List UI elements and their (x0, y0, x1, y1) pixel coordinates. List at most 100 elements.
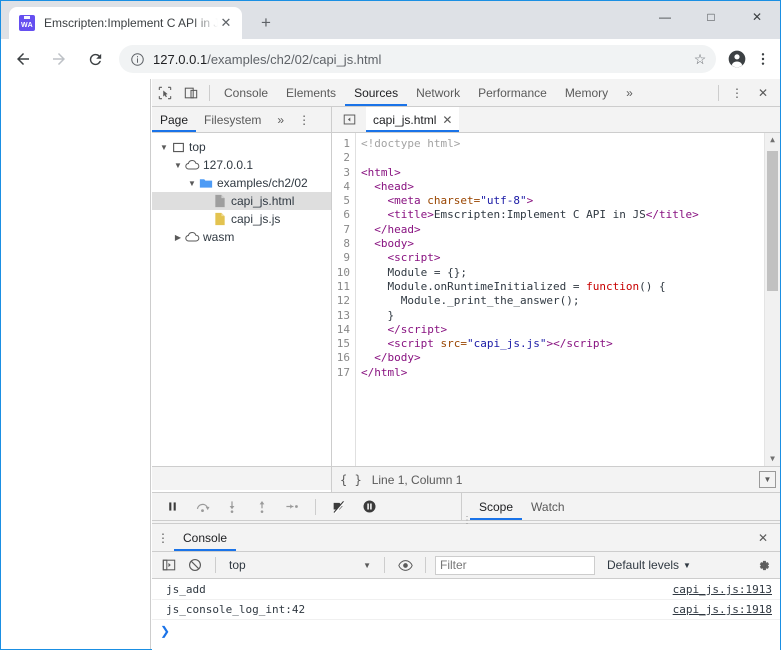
code-line[interactable]: Module = {}; (361, 266, 764, 280)
maximize-button[interactable]: □ (688, 1, 734, 33)
tree-item-host[interactable]: ▼ 127.0.0.1 (152, 156, 331, 174)
browser-menu-icon[interactable] (750, 46, 776, 72)
code-line[interactable]: Module._print_the_answer(); (361, 294, 764, 308)
console-context-select[interactable]: top ▼ (225, 556, 375, 575)
nav-menu-icon[interactable]: ⋮ (292, 107, 316, 132)
step-button[interactable] (280, 495, 304, 519)
console-message-source-link[interactable]: capi_js.js:1918 (673, 603, 780, 616)
scroll-down-arrow-icon[interactable]: ▼ (765, 452, 780, 466)
line-number: 4 (343, 179, 350, 193)
pretty-print-icon[interactable]: { } (340, 473, 362, 487)
scrollbar-thumb[interactable] (767, 151, 778, 291)
bookmark-star-icon[interactable]: ☆ (688, 51, 712, 68)
code-line[interactable]: </html> (361, 366, 764, 380)
code-token: charset= (427, 194, 481, 208)
code-line[interactable]: <title>Emscripten:Implement C API in JS<… (361, 208, 764, 222)
address-bar[interactable]: 127.0.0.1/examples/ch2/02/capi_js.html ☆ (119, 45, 716, 73)
tree-item-wasm[interactable]: ▶ wasm (152, 228, 331, 246)
reload-icon[interactable] (81, 45, 109, 73)
twisty-icon[interactable]: ▼ (186, 179, 198, 188)
editor-vertical-scrollbar[interactable]: ▲ ▼ (764, 133, 780, 466)
code-line[interactable]: <!doctype html> (361, 137, 764, 151)
tab-sources[interactable]: Sources (345, 79, 407, 106)
tab-console[interactable]: Console (215, 79, 277, 106)
code-token: <head> (374, 179, 414, 193)
close-window-button[interactable]: ✕ (734, 1, 780, 33)
console-message[interactable]: js_add capi_js.js:1913 (152, 580, 780, 600)
console-message[interactable]: js_console_log_int:42 capi_js.js:1918 (152, 600, 780, 620)
drawer-close-icon[interactable]: ✕ (750, 525, 776, 551)
pause-on-exceptions-button[interactable] (357, 495, 381, 519)
pause-resume-button[interactable] (160, 495, 184, 519)
console-prompt[interactable]: ❯ (152, 620, 780, 642)
line-number: 11 (336, 279, 350, 293)
drawer-tab-console[interactable]: Console (174, 524, 236, 551)
tree-item-capi-js-html[interactable]: capi_js.html (152, 192, 331, 210)
scroll-up-arrow-icon[interactable]: ▲ (765, 133, 780, 147)
console-sidebar-toggle-icon[interactable] (158, 552, 180, 578)
back-icon[interactable] (9, 45, 37, 73)
console-settings-gear-icon[interactable] (752, 558, 774, 573)
line-number-gutter: 1 2 3 4 5 6 7 8 9 10 11 12 13 14 15 16 17 (332, 133, 356, 466)
code-line[interactable]: } (361, 309, 764, 323)
source-code[interactable]: <!doctype html> <html> <head> <meta char… (356, 133, 764, 466)
twisty-icon[interactable]: ▼ (172, 161, 184, 170)
inspect-element-icon[interactable] (152, 80, 178, 106)
browser-titlebar: WA Emscripten:Implement C API in JS ✕ + … (1, 1, 780, 39)
tab-performance[interactable]: Performance (469, 79, 556, 106)
editor-tab-close-icon[interactable]: ✕ (442, 113, 452, 127)
browser-tab[interactable]: WA Emscripten:Implement C API in JS ✕ (9, 7, 242, 39)
code-line[interactable] (361, 151, 764, 165)
tab-close-icon[interactable]: ✕ (218, 15, 234, 31)
code-line[interactable]: <script> (361, 251, 764, 265)
code-line[interactable]: </script> (361, 323, 764, 337)
tree-item-folder[interactable]: ▼ examples/ch2/02 (152, 174, 331, 192)
code-line[interactable]: <body> (361, 237, 764, 251)
new-tab-button[interactable]: + (252, 9, 280, 37)
console-levels-select[interactable]: Default levels ▼ (607, 558, 691, 572)
minimize-button[interactable]: — (642, 1, 688, 33)
tree-item-top[interactable]: ▼ top (152, 138, 331, 156)
clear-console-icon[interactable] (184, 552, 206, 578)
tab-watch[interactable]: Watch (522, 493, 574, 520)
site-info-icon[interactable] (127, 49, 147, 69)
live-expression-icon[interactable] (394, 552, 416, 578)
console-filter-input[interactable]: Filter (435, 555, 595, 575)
twisty-icon[interactable]: ▶ (172, 233, 184, 242)
console-context-value: top (229, 558, 246, 572)
navigator-collapse-icon[interactable] (336, 107, 362, 133)
console-message-text: js_add (166, 583, 206, 596)
console-message-source-link[interactable]: capi_js.js:1913 (673, 583, 780, 596)
step-out-button[interactable] (250, 495, 274, 519)
editor-tab-capi-js-html[interactable]: capi_js.html ✕ (366, 107, 460, 132)
devtools-menu-icon[interactable]: ⋮ (724, 80, 750, 106)
editor-popout-button[interactable]: ▼ (759, 471, 776, 488)
device-toolbar-icon[interactable] (178, 80, 204, 106)
tree-item-label: capi_js.html (231, 194, 295, 208)
code-line[interactable]: <head> (361, 180, 764, 194)
drawer-menu-icon[interactable]: ⋮ (152, 525, 174, 551)
code-line[interactable]: <html> (361, 166, 764, 180)
forward-icon[interactable] (45, 45, 73, 73)
code-line[interactable]: </body> (361, 351, 764, 365)
twisty-icon[interactable]: ▼ (158, 143, 170, 152)
profile-avatar-icon[interactable] (724, 46, 750, 72)
tree-item-capi-js-js[interactable]: capi_js.js (152, 210, 331, 228)
tab-memory[interactable]: Memory (556, 79, 617, 106)
more-tabs-chevron-icon[interactable]: » (617, 79, 642, 106)
tab-network[interactable]: Network (407, 79, 469, 106)
nav-more-chevron-icon[interactable]: » (269, 107, 292, 132)
code-editor[interactable]: 1 2 3 4 5 6 7 8 9 10 11 12 13 14 15 16 17 <!doctype html… (332, 133, 780, 466)
step-into-button[interactable] (220, 495, 244, 519)
step-over-button[interactable] (190, 495, 214, 519)
tab-elements[interactable]: Elements (277, 79, 345, 106)
tab-scope[interactable]: Scope (470, 493, 522, 520)
code-line[interactable]: Module.onRuntimeInitialized = function()… (361, 280, 764, 294)
devtools-close-icon[interactable]: ✕ (750, 80, 776, 106)
code-line[interactable]: <script src="capi_js.js"></script> (361, 337, 764, 351)
deactivate-breakpoints-button[interactable] (327, 495, 351, 519)
nav-tab-filesystem[interactable]: Filesystem (196, 107, 269, 132)
code-line[interactable]: <meta charset="utf-8"> (361, 194, 764, 208)
nav-tab-page[interactable]: Page (152, 107, 196, 132)
code-line[interactable]: </head> (361, 223, 764, 237)
